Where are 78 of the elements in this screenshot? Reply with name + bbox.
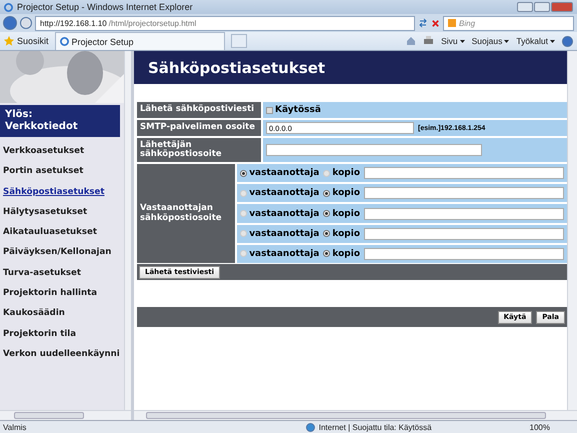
browser-icon — [4, 2, 13, 12]
stop-icon[interactable] — [431, 18, 440, 28]
printer-icon[interactable] — [423, 36, 434, 46]
scrollbar[interactable] — [134, 410, 577, 420]
scrollbar[interactable] — [567, 51, 577, 410]
field-label: Lähetä sähköpostiviesti — [137, 102, 261, 118]
input-field[interactable] — [364, 167, 564, 180]
field-label: SMTP-palvelimen osoite — [137, 120, 261, 136]
radio-button[interactable] — [240, 230, 248, 238]
radio-button[interactable] — [323, 210, 330, 217]
radio-label: vastaanottaja — [249, 248, 320, 259]
maximize-button[interactable] — [534, 2, 550, 12]
command-menu[interactable]: Suojaus — [472, 36, 510, 46]
search-provider-icon — [448, 19, 456, 27]
radio-label: vastaanottaja — [249, 208, 320, 218]
sidebar-header[interactable]: Ylös: Verkkotiedot — [0, 105, 120, 137]
input-field[interactable] — [364, 248, 564, 260]
browser-icon — [60, 37, 69, 46]
sidebar-link[interactable]: Turva-asetukset — [0, 262, 124, 284]
zoom-level[interactable]: 100% — [530, 422, 550, 432]
input-field[interactable] — [266, 144, 482, 156]
sidebar-link[interactable]: Kaukosäädin — [0, 303, 124, 324]
radio-button[interactable] — [323, 170, 330, 177]
field-label: Vastaanottajan sähköpostiosoite — [137, 164, 236, 263]
globe-icon — [306, 422, 315, 432]
sidebar-link[interactable]: Projektorin hallinta — [0, 283, 124, 304]
command-menu[interactable]: Työkalut — [516, 36, 555, 46]
radio-label: kopio — [332, 188, 360, 198]
minimize-button[interactable] — [517, 2, 533, 12]
input-field[interactable] — [364, 228, 564, 240]
input-field[interactable] — [364, 187, 564, 200]
sidebar-link[interactable]: Hälytysasetukset — [0, 202, 124, 222]
favorites-button[interactable]: Suosikit — [4, 36, 49, 46]
radio-button[interactable] — [240, 170, 248, 177]
sidebar-link[interactable]: Portin asetukset — [0, 161, 124, 182]
radio-label: vastaanottaja — [249, 188, 320, 198]
help-button[interactable] — [562, 36, 573, 46]
star-icon — [4, 36, 14, 46]
command-menu[interactable]: Sivu — [441, 36, 465, 46]
radio-button[interactable] — [240, 210, 248, 217]
radio-button[interactable] — [240, 250, 248, 258]
browser-tab[interactable]: Projector Setup — [54, 32, 225, 50]
refresh-icon[interactable] — [418, 18, 428, 28]
radio-label: kopio — [332, 208, 360, 218]
scrollbar[interactable] — [0, 410, 131, 420]
caret-icon — [460, 40, 465, 44]
sidebar-link[interactable]: Verkon uudelleenkäynni — [0, 344, 124, 364]
enable-checkbox[interactable]: Käytössä — [266, 105, 321, 115]
caret-icon — [504, 40, 510, 44]
scrollbar[interactable] — [124, 51, 131, 410]
status-text: Valmis — [3, 422, 26, 432]
radio-button[interactable] — [323, 230, 330, 238]
window-title: Projector Setup - Windows Internet Explorer — [17, 2, 193, 12]
new-tab-button[interactable] — [230, 34, 247, 48]
security-zone: Internet | Suojattu tila: Käytössä — [318, 422, 432, 432]
radio-button[interactable] — [240, 190, 248, 197]
address-field[interactable]: http://192.168.1.10 /html/projectorsetup.html — [35, 16, 415, 30]
radio-label: vastaanottaja — [249, 228, 320, 239]
back-button[interactable] — [3, 16, 17, 30]
search-field[interactable]: Bing — [443, 16, 574, 30]
radio-button[interactable] — [323, 190, 330, 197]
radio-label: kopio — [332, 168, 360, 178]
radio-label: kopio — [332, 248, 360, 259]
close-button[interactable] — [551, 2, 573, 12]
radio-label: vastaanottaja — [249, 168, 320, 178]
radio-label: kopio — [332, 228, 360, 239]
radio-button[interactable] — [323, 250, 330, 258]
page-title: Sähköpostiasetukset — [134, 51, 567, 84]
sidebar-link[interactable]: Sähköpostiasetukset — [0, 182, 124, 202]
input-field[interactable] — [364, 208, 564, 220]
sidebar-link[interactable]: Päiväyksen/Kellonajan — [0, 242, 124, 263]
sidebar-link[interactable]: Aikatauluasetukset — [0, 222, 124, 242]
caret-icon — [550, 40, 555, 44]
home-icon[interactable] — [406, 36, 416, 46]
forward-button[interactable] — [20, 17, 32, 29]
sidebar-link[interactable]: Projektorin tila — [0, 324, 124, 344]
field-label: Lähettäjän sähköpostiosoite — [137, 138, 261, 162]
sidebar-link[interactable]: Verkkoasetukset — [0, 141, 124, 162]
